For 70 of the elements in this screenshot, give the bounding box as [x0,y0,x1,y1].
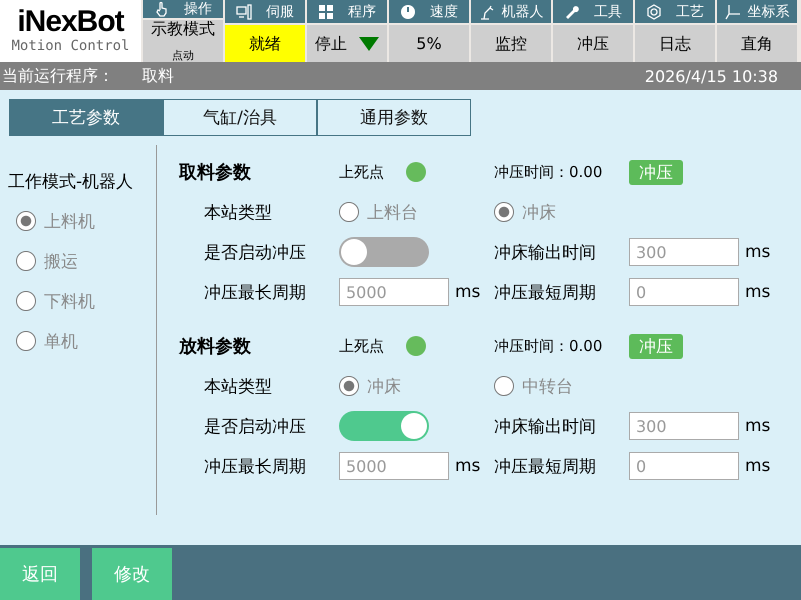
wrench-icon [564,4,580,20]
brand-name: iNexBot [17,7,124,37]
unit-label: ms [455,456,480,476]
status-button[interactable]: 示教模式 点动 [143,20,223,62]
menu-tab[interactable]: 程序 [307,0,387,23]
field-label: 冲压最长周期 [203,456,307,478]
field-label: 冲床输出时间 [494,242,597,264]
field-label: 冲床输出时间 [494,416,597,438]
robot-arm-icon [478,4,494,20]
program-name: 取料 [142,66,174,86]
radio-label: 上料机 [44,210,95,232]
radio-label: 冲床 [367,376,401,398]
field-label: 冲压最长周期 [203,282,307,304]
status-button[interactable]: 冲压 [553,25,633,62]
hexagon-icon [646,4,662,20]
input-field[interactable]: 5000 [339,278,449,306]
unit-label: ms [745,242,770,262]
menu-tab[interactable]: 工艺 [635,0,715,23]
section-title: 取料参数 [179,161,252,184]
radio-label: 下料机 [44,290,95,312]
menu-tab[interactable]: 工具 [553,0,633,23]
radio-label: 冲床 [522,202,556,224]
radio-label: 单机 [44,330,78,352]
menu-tab[interactable]: 伺服 [225,0,305,23]
unit-label: ms [745,416,770,436]
menu-tab[interactable]: 速度 [389,0,469,23]
radio-label: 上料台 [367,202,418,224]
menu-tab[interactable]: 机器人 [471,0,551,23]
group-title: 工作模式-机器人 [7,171,134,193]
status-button[interactable]: 直角 [717,25,797,62]
status-button[interactable]: 日志 [635,25,715,62]
tab[interactable]: 通用参数 [317,99,471,136]
dead-point-label: 上死点 [339,162,384,182]
datetime: 2026/4/15 10:38 [644,66,778,86]
logo-tagline: Motion Control [11,37,130,55]
tab[interactable]: 气缸/治具 [163,99,317,136]
tab[interactable]: 工艺参数 [9,99,163,136]
field-label: 本站类型 [203,376,273,398]
dead-point-label: 上死点 [339,336,384,356]
field-label: 冲压最短周期 [494,456,597,478]
toggle-switch[interactable] [339,411,429,441]
status-button[interactable]: 就绪 [225,25,305,62]
gauge-icon [400,4,416,20]
input-field[interactable]: 0 [629,452,739,480]
field-label: 是否启动冲压 [203,242,307,264]
unit-label: ms [745,282,770,302]
field-label: 是否启动冲压 [203,416,307,438]
unit-label: ms [455,282,480,302]
toggle-switch[interactable] [339,237,429,267]
radio-label: 中转台 [522,376,573,398]
input-field[interactable]: 300 [629,412,739,440]
menu-tab[interactable]: 坐标系 [717,0,797,23]
status-button[interactable]: 停止 [307,25,387,62]
field-label: 冲压最短周期 [494,282,597,304]
axes-icon [724,4,740,20]
monitor-icon [236,4,252,20]
status-button[interactable]: 监控 [471,25,551,62]
press-time: 冲压时间：0.00 [494,162,602,180]
unit-label: ms [745,456,770,476]
input-field[interactable]: 300 [629,238,739,266]
radio-label: 搬运 [44,250,78,272]
input-field[interactable]: 5000 [339,452,449,480]
menu-tab[interactable]: 操作 [143,0,223,18]
status-button[interactable]: 5% [389,25,469,62]
press-time: 冲压时间：0.00 [494,336,602,354]
program-label: 当前运行程序： [2,66,114,86]
section-title: 放料参数 [179,335,252,358]
input-field[interactable]: 0 [629,278,739,306]
grid-icon [318,4,334,20]
field-label: 本站类型 [203,202,273,224]
